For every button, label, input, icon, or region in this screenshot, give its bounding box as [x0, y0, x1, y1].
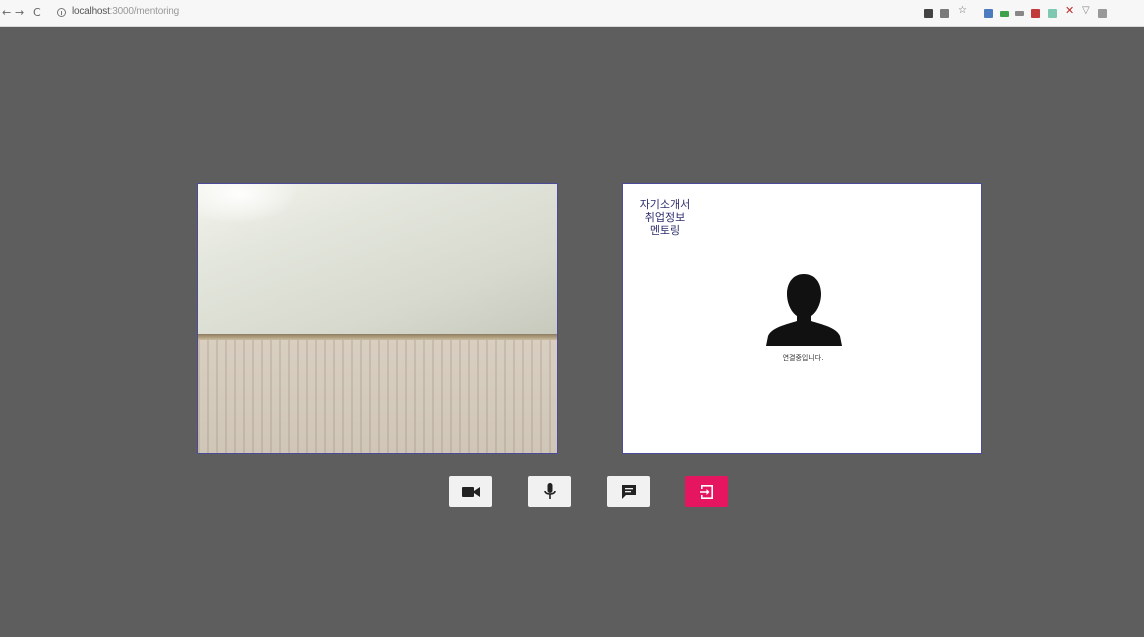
filter-icon[interactable]: ▽ [1082, 5, 1091, 16]
video-floor [198, 340, 557, 453]
url-path: :3000/mentoring [109, 6, 179, 17]
close-extension-icon[interactable]: ✕ [1065, 4, 1074, 17]
bookmark-star-icon[interactable]: ☆ [958, 5, 967, 16]
microphone-icon [543, 482, 556, 499]
exit-icon [699, 484, 713, 499]
menu-item-job-info[interactable]: 취업정보 [637, 211, 693, 224]
user-silhouette-icon [766, 274, 842, 346]
remote-video-panel: 자기소개서 취업정보 멘토링 연결중입니다. [622, 183, 982, 454]
extension-icon[interactable] [1098, 9, 1107, 18]
address-bar[interactable]: localhost:3000/mentoring [72, 6, 179, 17]
extension-icon[interactable] [1031, 9, 1040, 18]
extension-icon[interactable] [1048, 9, 1057, 18]
menu-item-cover-letter[interactable]: 자기소개서 [637, 198, 693, 211]
back-arrow-icon[interactable]: ← [2, 6, 11, 20]
connection-status: 연결중입니다. [782, 354, 824, 362]
forward-arrow-icon[interactable]: → [15, 6, 24, 20]
video-glow [198, 184, 298, 224]
browser-toolbar: ← → C localhost:3000/mentoring ☆ ✕ ▽ [0, 0, 1144, 27]
chat-icon [621, 484, 636, 499]
camera-icon [461, 486, 480, 497]
extension-icon[interactable] [1000, 11, 1009, 17]
extension-icon[interactable] [1015, 11, 1024, 16]
chat-button[interactable] [607, 476, 650, 507]
reload-icon[interactable]: C [33, 6, 41, 20]
extension-icon[interactable] [984, 9, 993, 18]
microphone-toggle-button[interactable] [528, 476, 571, 507]
side-menu: 자기소개서 취업정보 멘토링 [637, 198, 693, 237]
local-video [197, 183, 558, 454]
info-icon[interactable] [57, 8, 66, 17]
translate-icon[interactable] [940, 9, 949, 18]
camera-toggle-button[interactable] [449, 476, 492, 507]
url-host: localhost [72, 6, 110, 17]
extension-icon[interactable] [924, 9, 933, 18]
exit-button[interactable] [685, 476, 728, 507]
menu-item-mentoring[interactable]: 멘토링 [637, 224, 693, 237]
